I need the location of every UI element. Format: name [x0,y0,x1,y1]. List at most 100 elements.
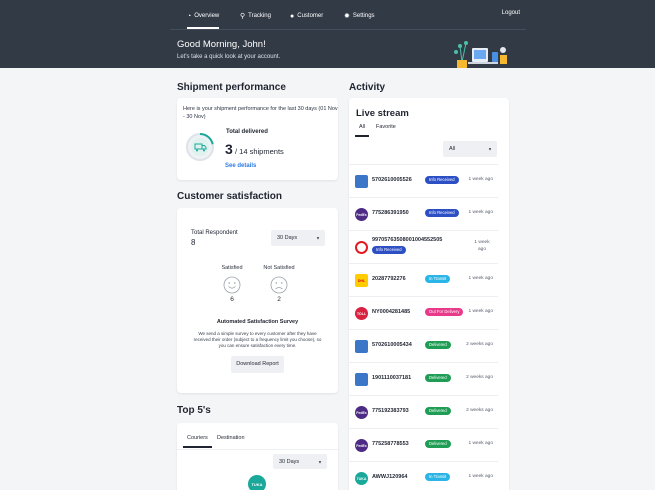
tabs-divider [177,449,338,450]
sad-face-icon [270,276,288,294]
row-timestamp: 1 week ago [468,210,493,215]
header-inner: ◔ Overview ⚲ Tracking ● Customer ✹ Setti… [170,0,526,68]
logout-link[interactable]: Logout [502,10,520,16]
greeting-subtitle: Let's take a quick look at your account. [177,54,281,60]
stream-filter-select[interactable]: All ▼ [443,141,497,157]
main-nav: ◔ Overview ⚲ Tracking ● Customer ✹ Setti… [170,0,526,30]
tracking-number[interactable]: NY0004281485 [372,309,410,315]
nav-overview-label: Overview [194,13,220,19]
row-timestamp: 1 week ago [468,474,493,479]
greeting-title: Good Morning, John! [177,39,266,50]
stream-row[interactable]: 99705763508001004552505 Info Received 1 we… [349,230,498,263]
top-header: ◔ Overview ⚲ Tracking ● Customer ✹ Setti… [0,0,655,68]
top5-period-value: 30 Days [279,458,300,465]
nav-overview[interactable]: ◔ Overview [187,9,220,29]
stream-row[interactable]: FedEx 775258778553 Delivered 1 week ago [349,428,498,461]
stream-row[interactable]: 5702610005526 Info Received 1 week ago [349,164,498,197]
activity-title: Activity [349,82,386,93]
nav-tracking[interactable]: ⚲ Tracking [240,9,271,23]
status-badge: Info Received [425,209,459,217]
person-icon: ● [290,12,295,20]
gear-icon: ✹ [344,13,350,20]
caret-down-icon: ▼ [318,459,322,464]
top5-tabs: Couriers Destination [177,435,338,449]
total-respondent-label: Total Respondent [191,230,238,236]
fedex-logo-icon: FedEx [355,439,368,452]
tab-all[interactable]: All [354,124,370,137]
nav-customer-label: Customer [297,13,324,19]
dhl-express-logo-icon [355,175,368,188]
not-satisfied-count: 2 [277,296,281,303]
customer-satisfaction-title: Customer satisfaction [177,191,283,202]
tuka-logo-icon: TUKA [355,472,368,485]
status-badge: Info Received [425,176,459,184]
stream-filter-value: All [449,146,456,152]
stream-tabs: All Favorite [349,124,509,138]
tuka-courier-logo-icon: TUKA [248,475,266,490]
status-badge: In Transit [425,275,451,283]
nav-tracking-label: Tracking [248,13,271,19]
stream-row[interactable]: 1901110037181 Delivered 2 weeks ago [349,362,498,395]
shipment-performance-title: Shipment performance [177,82,286,93]
fedex-logo-icon: FedEx [355,406,368,419]
stream-row[interactable]: DHL 20287792276 In Transit 1 week ago [349,263,498,296]
satisfied-label: Satisfied [221,265,243,271]
shipments-total: / 14 shipments [235,147,284,156]
status-badge: Delivered [425,407,451,415]
stream-row[interactable]: TUKA AWWJ120964 In Transit 1 week ago [349,461,498,490]
caret-down-icon: ▼ [316,235,320,241]
tab-favorite[interactable]: Favorite [376,124,396,130]
tracking-number[interactable]: 5702610005526 [372,177,412,183]
status-badge: Out For Delivery [425,308,464,316]
dashboard-icon: ◔ [187,12,192,20]
shipment-performance-card: Here is your shipment performance for th… [177,98,338,180]
australia-post-logo-icon [355,241,368,254]
nav-settings-label: Settings [352,13,375,19]
location-pin-icon: ⚲ [240,13,246,20]
workspace-illustration-icon [454,41,507,68]
status-badge: In Transit [425,473,451,481]
tab-destination[interactable]: Destination [217,435,245,441]
row-timestamp: 2 weeks ago [466,408,493,413]
row-timestamp: 1 week ago [468,177,493,182]
tracking-number[interactable]: 775192383793 [372,408,409,414]
tab-couriers[interactable]: Couriers [183,435,212,448]
survey-description: We send a simple survey to every custome… [193,331,322,348]
delivered-count: 3 [225,141,233,157]
tracking-number[interactable]: 775258778553 [372,441,409,447]
fedex-logo-icon: FedEx [355,208,368,221]
top5-period-select[interactable]: 30 Days ▼ [273,454,327,469]
stream-row[interactable]: 5702610005434 Delivered 2 weeks ago [349,329,498,362]
tracking-number[interactable]: 5702610005434 [372,342,412,348]
toll-logo-icon: TOLL [355,307,368,320]
tracking-number[interactable]: 1901110037181 [372,375,411,381]
smile-face-icon [223,276,241,294]
stream-row[interactable]: FedEx 775286391950 Info Received 1 week ago [349,197,498,230]
survey-title: Automated Satisfaction Survey [216,319,299,325]
stream-row[interactable]: FedEx 775192383793 Delivered 2 weeks ago [349,395,498,428]
live-stream-title: Live stream [356,108,409,119]
dhl-express-logo-icon [355,373,368,386]
see-details-link[interactable]: See details [225,163,256,169]
delivery-progress-ring [186,133,214,161]
caret-down-icon: ▼ [488,146,492,152]
tracking-number[interactable]: 20287792276 [372,276,406,282]
nav-settings[interactable]: ✹ Settings [344,9,375,23]
satisfaction-period-select[interactable]: 30 Days ▼ [271,230,325,246]
top5-title: Top 5's [177,405,211,416]
nav-customer[interactable]: ● Customer [290,9,323,23]
tracking-number[interactable]: 775286391950 [372,210,409,216]
total-delivered-label: Total delivered [226,129,268,135]
row-timestamp: 1 week ago [468,276,493,281]
status-badge: Delivered [425,341,451,349]
stream-row[interactable]: TOLL NY0004281485 Out For Delivery 1 week a… [349,296,498,329]
status-badge: Delivered [425,440,451,448]
row-timestamp: 1 week ago [474,240,490,252]
tracking-number[interactable]: 99705763508001004552505 [372,237,442,243]
download-report-button[interactable]: Download Report [231,356,284,373]
row-timestamp: 2 weeks ago [466,375,493,380]
satisfaction-period-value: 30 Days [277,235,298,241]
status-badge: Info Received [372,246,406,254]
satisfied-count: 6 [230,296,234,303]
tracking-number[interactable]: AWWJ120964 [372,474,407,480]
